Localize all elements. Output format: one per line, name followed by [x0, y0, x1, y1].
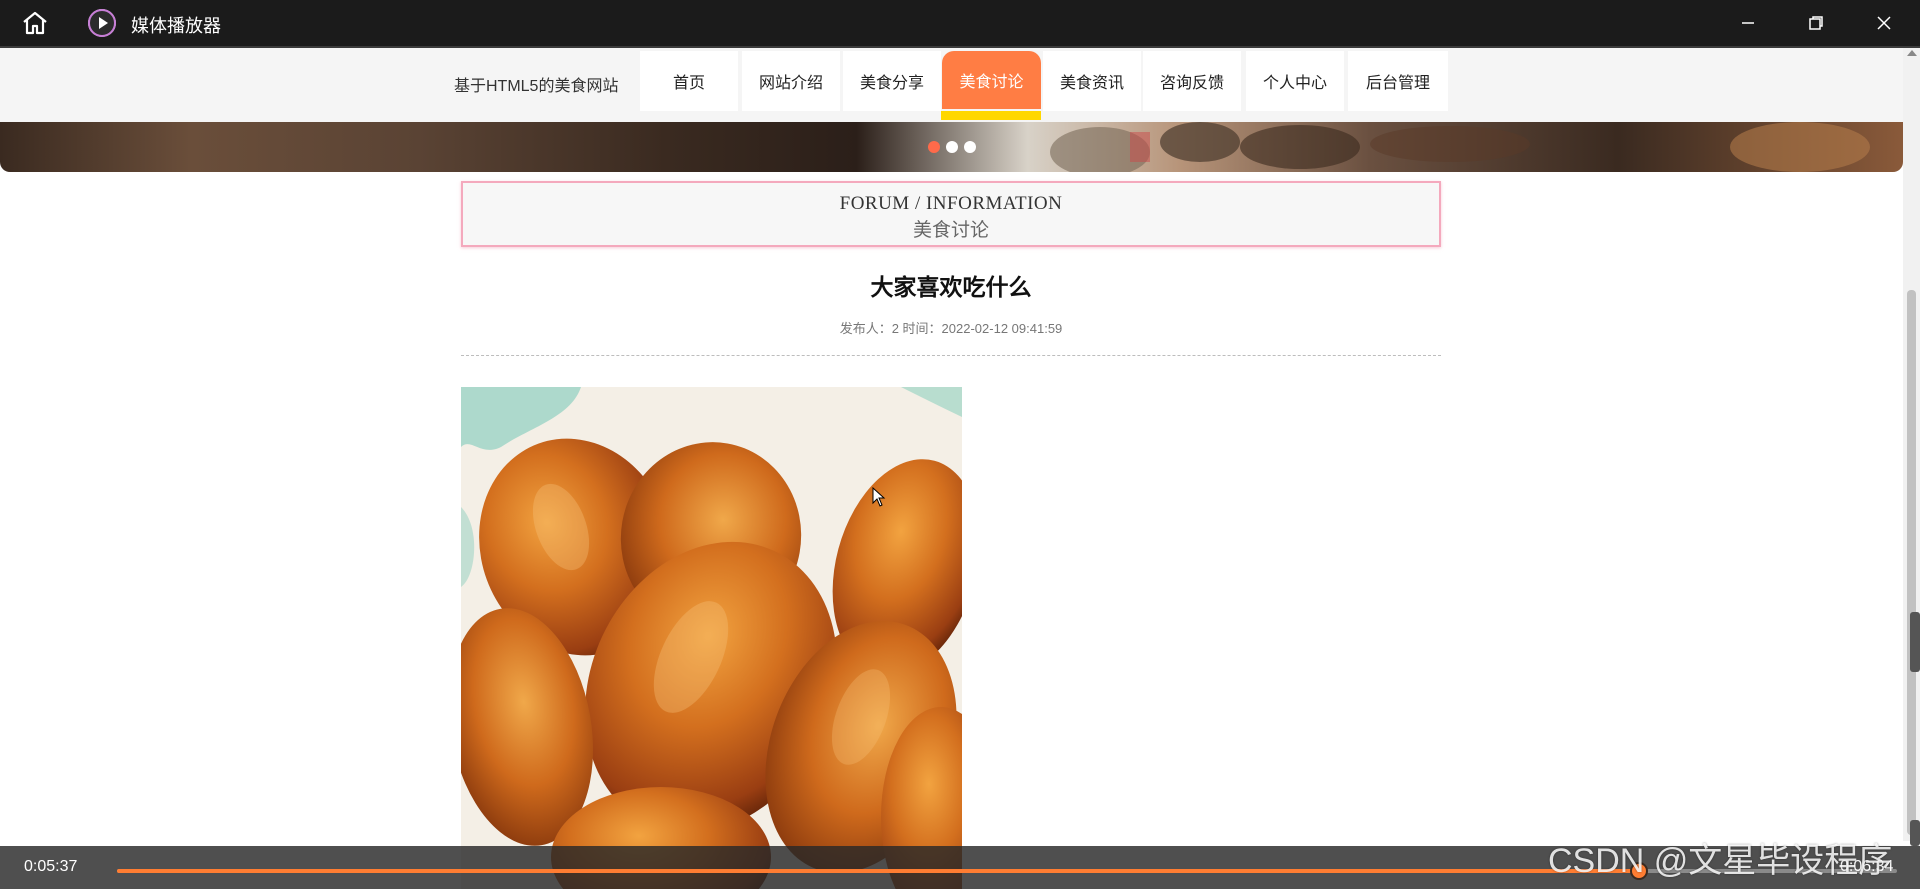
post-meta: 发布人：2 时间：2022-02-12 09:41:59: [839, 321, 1063, 336]
window-title: 媒体播放器: [131, 16, 221, 36]
nav-item-food-news[interactable]: 美食资讯: [1043, 51, 1141, 111]
post-image-chicken-wings: [461, 387, 962, 889]
carousel-dot-3[interactable]: [964, 141, 976, 153]
side-handle[interactable]: [1910, 820, 1920, 846]
nav-active-underline: [941, 111, 1041, 120]
carousel-dot-1[interactable]: [928, 141, 940, 153]
mouse-cursor-icon: [872, 487, 886, 507]
nav-item-user-center[interactable]: 个人中心: [1246, 51, 1344, 111]
nav-item-food-share[interactable]: 美食分享: [843, 51, 941, 111]
forum-heading-cn: 美食讨论: [912, 220, 989, 241]
page-scrollbar-thumb[interactable]: [1907, 290, 1916, 835]
site-title: 基于HTML5的美食网站: [454, 78, 619, 95]
media-player-logo-icon: [88, 9, 116, 37]
home-icon[interactable]: [20, 10, 50, 36]
close-button[interactable]: [1854, 0, 1914, 46]
carousel-dot-2[interactable]: [946, 141, 958, 153]
nav-item-admin[interactable]: 后台管理: [1348, 51, 1448, 111]
nav-item-food-discussion[interactable]: 美食讨论: [942, 51, 1041, 109]
nav-item-home[interactable]: 首页: [640, 51, 738, 111]
nav-item-about[interactable]: 网站介绍: [742, 51, 840, 111]
post-title: 大家喜欢吃什么: [870, 274, 1032, 300]
seek-bar-progress: [117, 869, 1639, 873]
restore-button[interactable]: [1786, 0, 1846, 46]
window-titlebar: 媒体播放器: [0, 0, 1920, 46]
scroll-up-icon[interactable]: [1907, 50, 1917, 56]
nav-item-feedback[interactable]: 咨询反馈: [1143, 51, 1241, 111]
forum-section-header: FORUM / INFORMATION 美食讨论: [461, 181, 1441, 247]
minimize-button[interactable]: [1718, 0, 1778, 46]
watermark-text: CSDN @文星毕设程序: [1548, 842, 1893, 880]
post-divider: [461, 355, 1441, 356]
forum-heading-en: FORUM / INFORMATION: [839, 193, 1063, 214]
volume-handle[interactable]: [1910, 612, 1920, 672]
current-time: 0:05:37: [24, 858, 78, 875]
